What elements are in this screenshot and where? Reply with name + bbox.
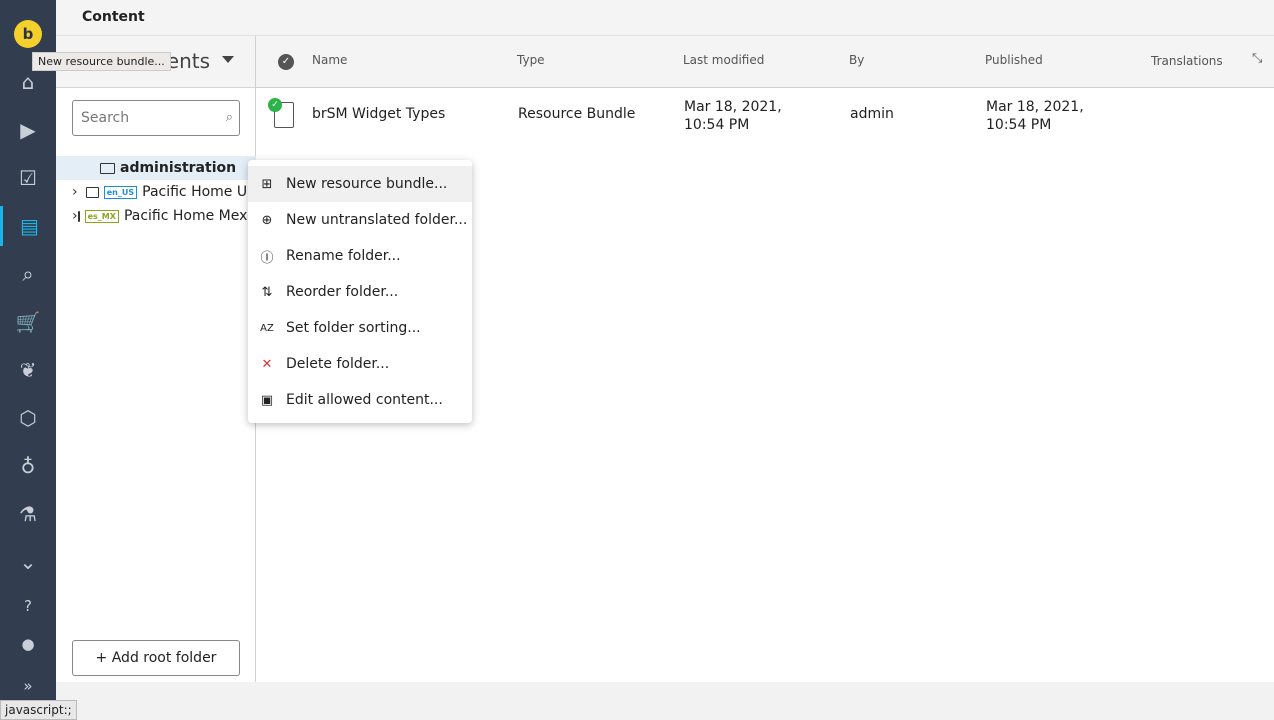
page-title: Content: [82, 9, 145, 25]
col-last-modified[interactable]: Last modified: [683, 53, 764, 67]
tree-item[interactable]: › es_MX Pacific Home Mexico: [56, 204, 256, 228]
reorder-icon: ⇅: [261, 284, 273, 300]
folder-icon: [85, 186, 99, 198]
user-icon[interactable]: ●: [0, 624, 56, 664]
document-icon[interactable]: ▤: [0, 206, 56, 246]
flask-icon[interactable]: ⚗: [0, 494, 56, 534]
menu-item[interactable]: ⊕ New untranslated folder...: [248, 202, 472, 238]
clipboard-check-icon[interactable]: ☑: [0, 158, 56, 198]
menu-item[interactable]: ▣ Edit allowed content...: [248, 382, 472, 418]
menu-item[interactable]: AZ Set folder sorting...: [248, 310, 472, 346]
select-all-icon[interactable]: ✓: [278, 54, 294, 70]
status-bar: javascript:;: [0, 700, 77, 720]
row-by: admin: [850, 106, 894, 122]
row-name[interactable]: brSM Widget Types: [312, 106, 445, 122]
locale-badge: en_US: [103, 185, 138, 199]
new-folder-icon: ⊕: [261, 212, 273, 228]
menu-item[interactable]: ⇅ Reorder folder...: [248, 274, 472, 310]
sidebar: b ⌂ ▶ ☑ ▤ ⌕ 🛒 ❦ ⬡ ♁ ⚗ ⌄? ●»: [0, 0, 56, 720]
table-row[interactable]: ✓ brSM Widget Types Resource Bundle Mar …: [256, 88, 1274, 145]
add-root-folder-button[interactable]: + Add root folder: [72, 640, 240, 676]
col-published[interactable]: Published: [985, 53, 1043, 67]
menu-item-label: Edit allowed content...: [286, 392, 443, 408]
chevron-down-icon[interactable]: ⌄: [0, 542, 56, 582]
lightbulb-icon[interactable]: ♁: [0, 446, 56, 486]
context-menu: ⊞ New resource bundle... ⊕ New untranslated…: [248, 160, 472, 423]
row-published: Mar 18, 2021, 10:54 PM: [986, 99, 1084, 133]
search-input[interactable]: Search ⌕: [72, 100, 240, 136]
search-icon: ⌕: [225, 110, 233, 125]
published-check-icon: ✓: [268, 98, 282, 112]
menu-item-label: Rename folder...: [286, 248, 401, 264]
tree-item-label: Pacific Home Mexico: [123, 208, 256, 224]
collapse-icon[interactable]: ⤡: [1252, 51, 1262, 66]
menu-item[interactable]: ✕ Delete folder...: [248, 346, 472, 382]
menu-item-label: New untranslated folder...: [286, 212, 468, 228]
col-type[interactable]: Type: [517, 53, 545, 67]
folder-tree: administration › en_US Pacific Home US › es_M…: [56, 156, 256, 228]
table-header: ✓ Name Type Last modified By Published T…: [256, 36, 1274, 88]
sort-az-icon: AZ: [260, 322, 274, 334]
leaf-icon[interactable]: ❦: [0, 350, 56, 390]
new-bundle-icon: ⊞: [261, 176, 273, 192]
cube-icon[interactable]: ⬡: [0, 398, 56, 438]
search-placeholder: Search: [81, 110, 130, 126]
menu-item-label: Delete folder...: [286, 356, 390, 372]
play-icon[interactable]: ▶: [0, 110, 56, 150]
tree-item-label: Pacific Home US: [142, 184, 256, 200]
expand-chevron-icon[interactable]: ›: [56, 208, 78, 224]
row-last-modified: Mar 18, 2021, 10:54 PM: [684, 99, 782, 133]
expand-chevron-icon[interactable]: ›: [56, 184, 86, 200]
menu-item[interactable]: ⊞ New resource bundle...: [248, 166, 472, 202]
menu-item-label: Set folder sorting...: [286, 320, 421, 336]
top-bar: Content: [56, 0, 1274, 36]
col-name[interactable]: Name: [312, 53, 347, 67]
folder-panel: Documents Search⌕ administration›en_USPa…: [56, 36, 256, 682]
help-icon[interactable]: ?: [0, 586, 56, 626]
menu-item-label: New resource bundle...: [286, 176, 448, 192]
col-by[interactable]: By: [849, 53, 864, 67]
col-translations[interactable]: Translations: [1151, 54, 1223, 68]
menu-item[interactable]: Ⓘ Rename folder...: [248, 238, 472, 274]
tree-item[interactable]: administration: [56, 156, 256, 180]
delete-icon: ✕: [261, 356, 273, 372]
panel-dropdown-icon[interactable]: [222, 56, 234, 63]
tree-item-label: administration: [120, 160, 237, 176]
edit-allowed-icon: ▣: [260, 392, 274, 408]
cart-icon[interactable]: 🛒: [0, 302, 56, 342]
bottom-bar: [56, 682, 1274, 720]
folder-icon: [100, 162, 115, 174]
rename-icon: Ⓘ: [260, 250, 274, 266]
tree-item[interactable]: › en_US Pacific Home US: [56, 180, 256, 204]
menu-item-label: Reorder folder...: [286, 284, 399, 300]
document-search-icon[interactable]: ⌕: [0, 254, 56, 294]
tooltip: New resource bundle...: [32, 52, 171, 71]
locale-badge: es_MX: [84, 209, 119, 223]
folder-icon: [77, 210, 80, 222]
row-type: Resource Bundle: [518, 106, 636, 122]
logo[interactable]: b: [14, 20, 42, 48]
